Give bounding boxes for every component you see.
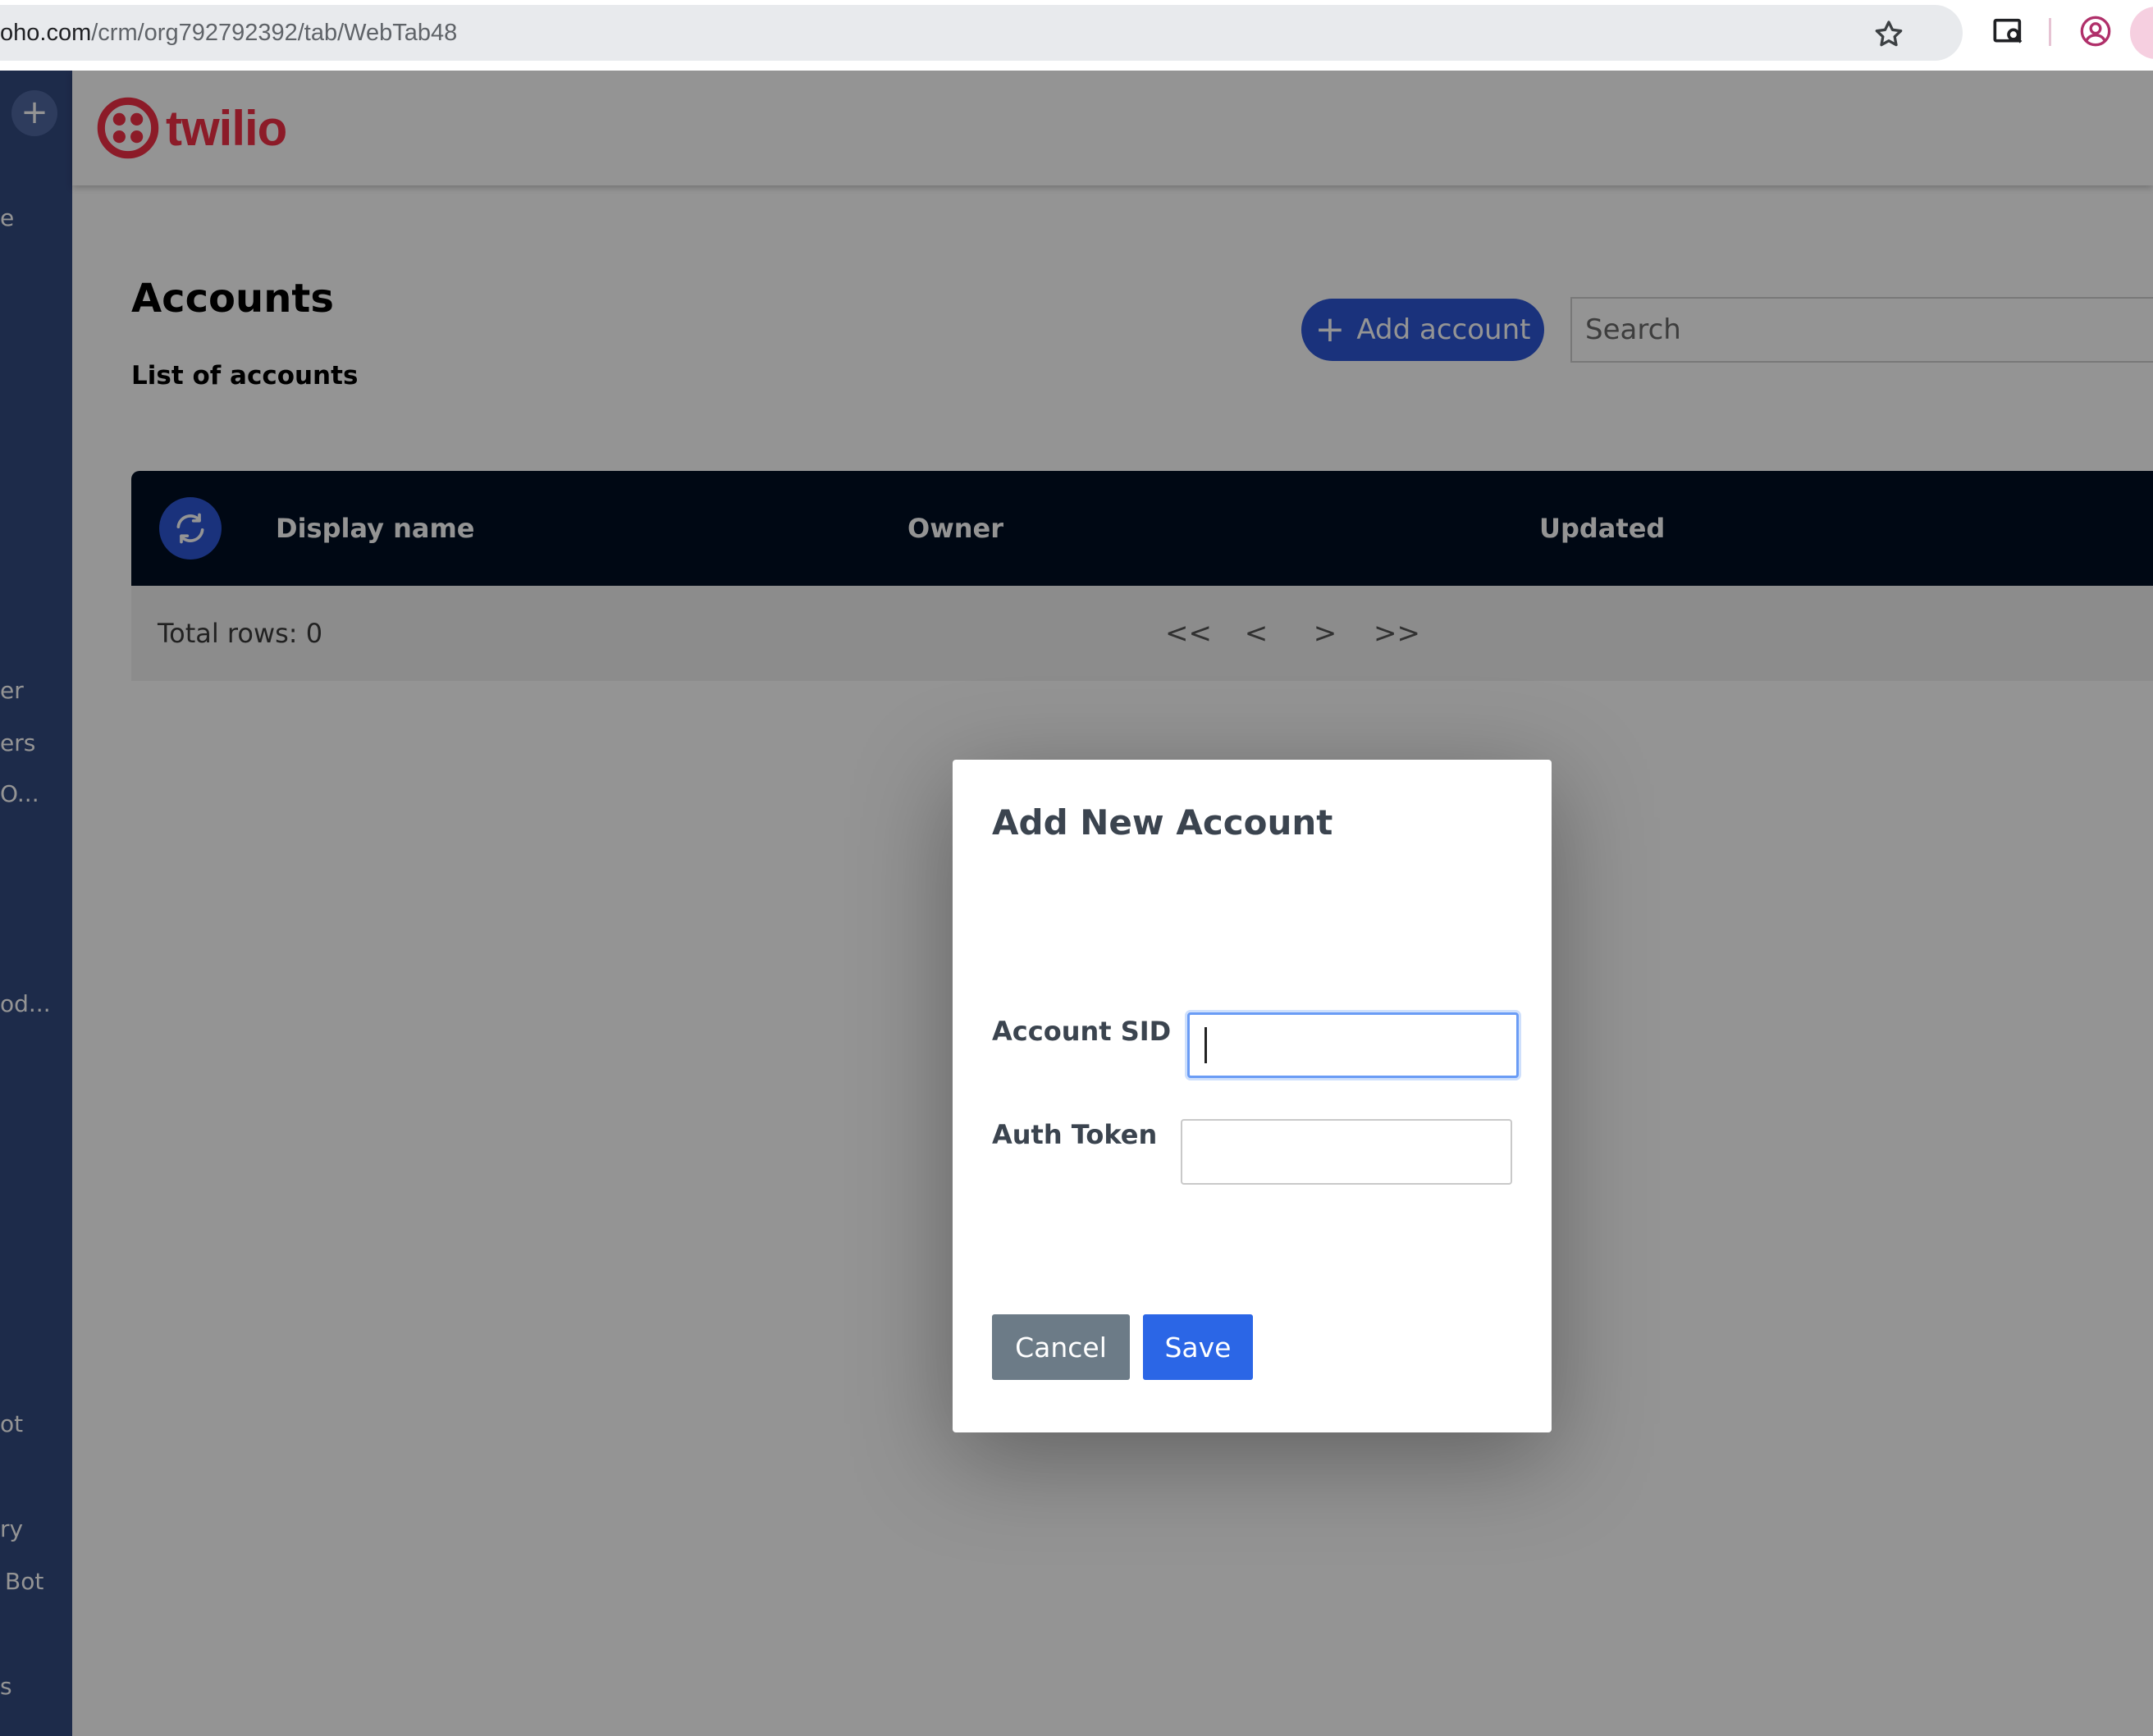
auth-token-input[interactable] xyxy=(1181,1119,1512,1185)
url-host: oho.com xyxy=(0,20,92,46)
cancel-button[interactable]: Cancel xyxy=(992,1314,1130,1380)
browser-toolbar: oho.com/crm/org792792392/tab/WebTab48 xyxy=(0,0,2153,71)
tab-search-icon[interactable] xyxy=(1992,15,2025,48)
account-sid-label: Account SID xyxy=(992,1016,1172,1047)
toolbar-separator xyxy=(2049,18,2051,46)
text-caret xyxy=(1204,1027,1207,1063)
url-text[interactable]: oho.com/crm/org792792392/tab/WebTab48 xyxy=(0,5,457,61)
profile-icon[interactable] xyxy=(2079,15,2112,48)
bookmark-star-icon[interactable] xyxy=(1872,18,1905,51)
address-bar[interactable]: oho.com/crm/org792792392/tab/WebTab48 xyxy=(0,5,1963,61)
account-sid-input[interactable] xyxy=(1187,1012,1519,1078)
auth-token-label: Auth Token xyxy=(992,1119,1158,1150)
save-button[interactable]: Save xyxy=(1143,1314,1253,1380)
add-account-dialog: Add New Account Account SID Auth Token C… xyxy=(953,760,1552,1432)
url-path: /crm/org792792392/tab/WebTab48 xyxy=(91,20,458,46)
avatar[interactable] xyxy=(2130,7,2153,59)
dialog-title: Add New Account xyxy=(992,802,1333,843)
